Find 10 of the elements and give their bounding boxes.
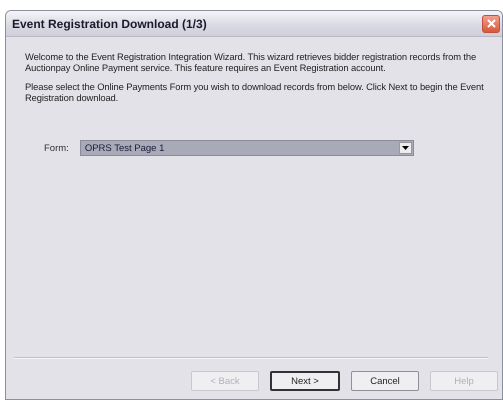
close-button[interactable] [482, 14, 500, 32]
wizard-button[interactable]: Next > [270, 371, 340, 391]
close-icon [486, 19, 496, 28]
wizard-button[interactable]: Cancel [351, 371, 419, 391]
form-dropdown[interactable]: OPRS Test Page 1 [80, 140, 414, 156]
intro-paragraph: Please select the Online Payments Form you wish to download records from below. Click Next to begin the Event Registration download. [25, 81, 484, 103]
dropdown-value: OPRS Test Page 1 [84, 142, 164, 154]
intro-paragraph: Welcome to the Event Registration Integration Wizard. This wizard retrieves bidder registration records from the Auctionpay Online Payment service. This feature requires an Event Registration account. [25, 51, 478, 73]
window-title: Event Registration Download (1/3) [12, 16, 207, 30]
form-label: Form: [44, 142, 69, 154]
